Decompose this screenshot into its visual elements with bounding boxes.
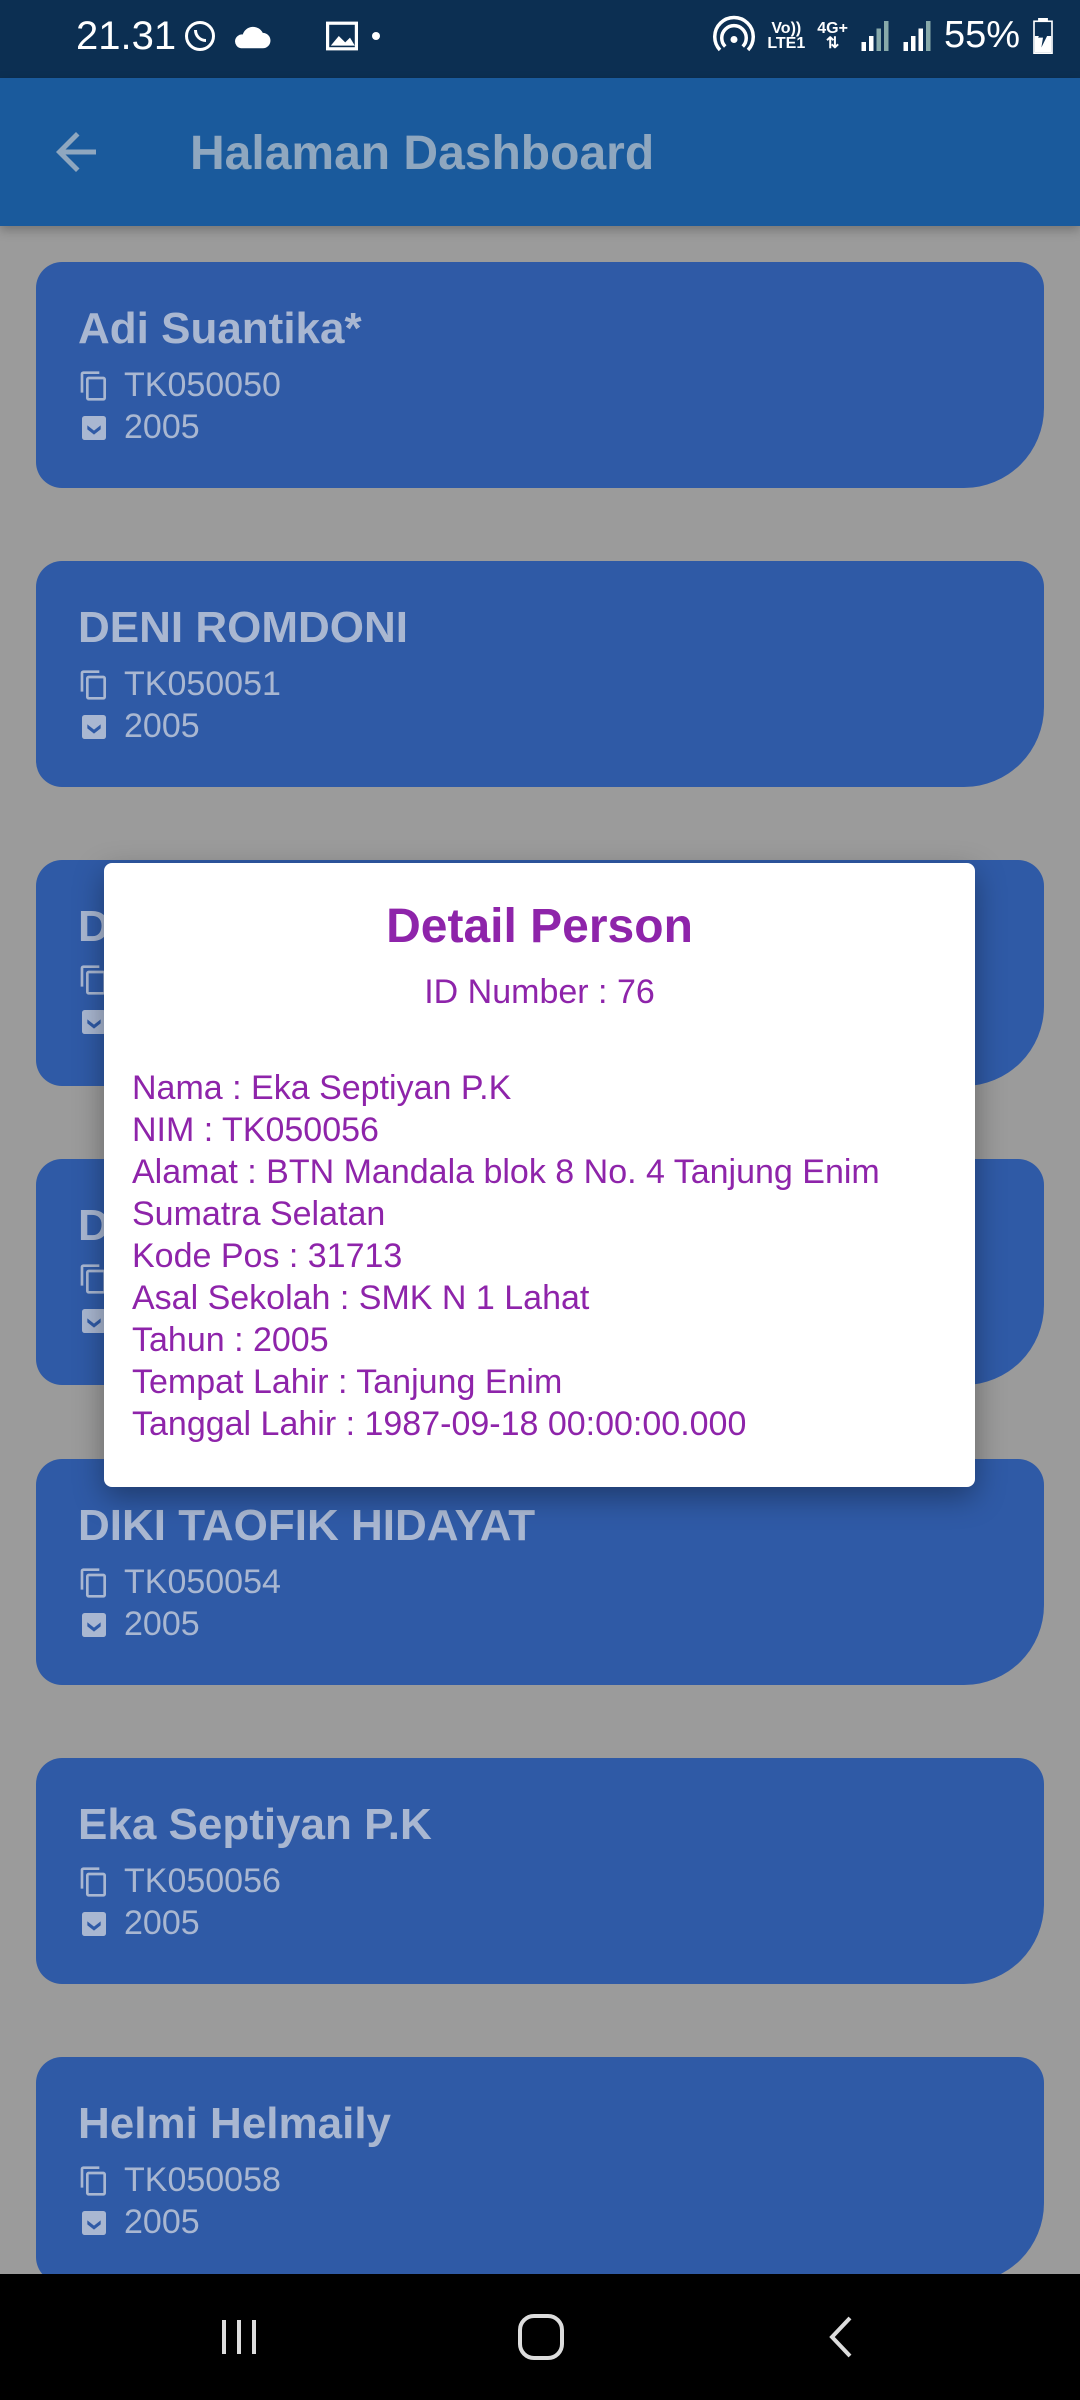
- cloud-icon: [235, 26, 271, 49]
- back-nav-icon[interactable]: [818, 2312, 868, 2362]
- recent-apps-icon[interactable]: [214, 2312, 264, 2362]
- student-nim: TK050058: [124, 2161, 281, 2199]
- copy-icon: [80, 1567, 106, 1598]
- list-item[interactable]: Eka Septiyan P.K TK050056 2005: [36, 1758, 1044, 1984]
- student-year: 2005: [124, 1904, 200, 1942]
- back-arrow-icon[interactable]: [46, 122, 106, 182]
- notification-dot-icon: [372, 32, 380, 40]
- student-nim: TK050054: [124, 1563, 281, 1601]
- student-name: Adi Suantika*: [78, 304, 362, 353]
- list-item[interactable]: DENI ROMDONI TK050051 2005: [36, 561, 1044, 787]
- student-nim: TK050051: [124, 665, 281, 703]
- detail-nim: NIM : TK050056: [132, 1111, 379, 1149]
- battery-charging-icon: [1033, 17, 1053, 54]
- signal-2-icon: [903, 20, 931, 51]
- detail-tahun: Tahun : 2005: [132, 1321, 329, 1359]
- student-nim: TK050050: [124, 366, 281, 404]
- whatsapp-icon: [185, 21, 215, 51]
- detail-tanggal-lahir: Tanggal Lahir : 1987-09-18 00:00:00.000: [132, 1405, 747, 1443]
- detail-dialog: Detail Person ID Number : 76 Nama : Eka …: [104, 863, 975, 1487]
- calendar-year-icon: [82, 2210, 106, 2235]
- battery-percentage: 55%: [943, 14, 1020, 56]
- calendar-year-icon: [82, 1911, 106, 1936]
- network-type: 4G+ ⇅: [817, 19, 848, 52]
- hotspot-icon: [713, 15, 756, 51]
- status-bar: 21.31 Vo)) LTE1 4G+ ⇅ 55%: [0, 0, 1080, 78]
- navigation-bar: [0, 2274, 1080, 2400]
- detail-alamat: Alamat : BTN Mandala blok 8 No. 4 Tanjun…: [132, 1153, 880, 1233]
- volte-indicator: Vo)) LTE1: [767, 19, 806, 52]
- dialog-details: Nama : Eka Septiyan P.K NIM : TK050056 A…: [132, 1067, 952, 1445]
- copy-icon: [80, 1866, 106, 1897]
- id-number: ID Number : 76: [424, 973, 655, 1011]
- list-item[interactable]: Helmi Helmaily TK050058 2005: [36, 2057, 1044, 2283]
- student-name: Eka Septiyan P.K: [78, 1800, 432, 1849]
- copy-icon: [80, 2165, 106, 2196]
- detail-nama: Nama : Eka Septiyan P.K: [132, 1069, 512, 1107]
- app-bar: Halaman Dashboard: [0, 78, 1080, 226]
- detail-tempat-lahir: Tempat Lahir : Tanjung Enim: [132, 1363, 563, 1401]
- dialog-title: Detail Person: [386, 900, 693, 953]
- copy-icon: [80, 370, 106, 401]
- home-icon[interactable]: [514, 2310, 568, 2364]
- student-name: DENI ROMDONI: [78, 603, 408, 652]
- student-nim: TK050056: [124, 1862, 281, 1900]
- status-time: 21.31: [76, 14, 177, 58]
- student-name: DIKI TAOFIK HIDAYAT: [78, 1501, 536, 1550]
- calendar-year-icon: [82, 415, 106, 440]
- calendar-year-icon: [82, 1612, 106, 1637]
- student-name: Helmi Helmaily: [78, 2099, 392, 2148]
- signal-1-icon: [861, 20, 889, 51]
- student-year: 2005: [124, 1605, 200, 1643]
- list-item[interactable]: Adi Suantika* TK050050 2005: [36, 262, 1044, 488]
- student-year: 2005: [124, 707, 200, 745]
- student-year: 2005: [124, 2203, 200, 2241]
- detail-asal-sekolah: Asal Sekolah : SMK N 1 Lahat: [132, 1279, 590, 1317]
- student-year: 2005: [124, 408, 200, 446]
- detail-kode-pos: Kode Pos : 31713: [132, 1237, 403, 1275]
- copy-icon: [80, 669, 106, 700]
- page-title: Halaman Dashboard: [190, 127, 655, 180]
- gallery-icon: [326, 21, 358, 51]
- calendar-year-icon: [82, 714, 106, 739]
- list-item[interactable]: DIKI TAOFIK HIDAYAT TK050054 2005: [36, 1459, 1044, 1685]
